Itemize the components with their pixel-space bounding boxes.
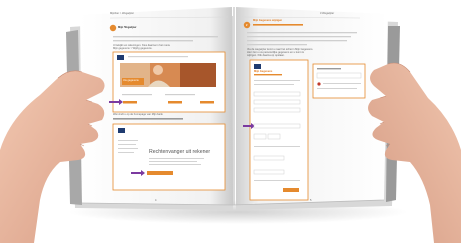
right-intro-line3: wijzigen. Klik daarna op opslaan. [247,54,285,57]
save-button-illustration [283,188,299,192]
right-header: 3 Wegwijzer [320,12,335,15]
left-header: Mijnhier > Wegwijzer [110,12,134,15]
right-section-number: 2 [246,23,248,27]
screenshot-promo-frame [112,123,226,191]
left-page-number: 4 [155,199,157,202]
left-intro-line2: Mijn gegevens > Wijzig gegevens. [113,47,153,50]
form-box-title: Mijn Gegevens [254,70,273,73]
caption-line [113,118,183,120]
left-caption: Wat vindt u op de homepage van Mijn bank [113,113,163,116]
book-photo: Rechtenvanger uit rekener [0,7,461,243]
bank-logo [117,55,124,60]
promo-heading: Rechtenvanger uit rekener [149,149,210,155]
right-section-title: Mijn Gegevens wijzigen [253,19,283,22]
banner-title: Uw gegevens [123,79,139,82]
right-page-number: 5 [310,199,312,202]
promo-button [147,171,173,175]
left-section-number: 1 [124,27,126,30]
section-number-badge [109,24,117,32]
